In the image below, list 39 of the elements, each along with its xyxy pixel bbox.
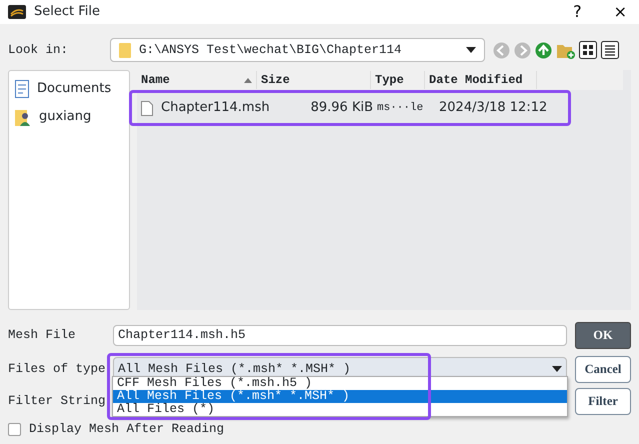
file-name: Chapter114.msh bbox=[161, 99, 270, 118]
column-header[interactable]: Size bbox=[257, 71, 371, 89]
file-row[interactable]: Chapter114.msh 89.96 KiB ms···le 2024/3/18 12:12 bbox=[137, 94, 631, 122]
checkbox-label: Display Mesh After Reading bbox=[29, 420, 224, 438]
document-icon bbox=[15, 80, 29, 98]
grid-view-icon[interactable] bbox=[579, 41, 597, 59]
column-header[interactable]: Type bbox=[371, 71, 425, 89]
mesh-file-field[interactable]: Chapter114.msh.h5 bbox=[113, 324, 567, 346]
dialog-button[interactable]: Cancel bbox=[575, 356, 631, 382]
sidebar-item[interactable]: guxiang bbox=[15, 105, 123, 129]
close-button[interactable]: × bbox=[610, 0, 631, 24]
dropdown-option[interactable]: All Mesh Files (*.msh* *.MSH* ) bbox=[113, 390, 567, 403]
list-view-icon[interactable] bbox=[601, 41, 619, 59]
checkbox[interactable] bbox=[8, 422, 21, 436]
dialog-button[interactable]: OK bbox=[575, 322, 631, 348]
sidebar-item[interactable]: Documents bbox=[15, 77, 123, 101]
field-label: Files of type bbox=[8, 360, 107, 378]
up-icon[interactable] bbox=[535, 42, 552, 58]
file-type: ms···le bbox=[377, 100, 424, 116]
window-title: Select File bbox=[34, 3, 100, 22]
file-size: 89.96 KiB bbox=[310, 99, 373, 118]
app-logo-icon bbox=[8, 5, 26, 19]
field-label: Filter String bbox=[8, 392, 107, 410]
file-icon bbox=[141, 100, 153, 116]
folder-icon bbox=[119, 42, 131, 58]
dropdown-option[interactable]: All Files (*) bbox=[113, 403, 567, 416]
caret-icon bbox=[466, 47, 476, 53]
column-header[interactable]: Date Modified bbox=[425, 71, 537, 89]
dialog-button[interactable]: Filter bbox=[575, 388, 631, 414]
help-button[interactable]: ? bbox=[569, 0, 586, 24]
field-label: Mesh File bbox=[8, 326, 77, 344]
column-header[interactable]: Name bbox=[137, 71, 257, 89]
caret-icon bbox=[552, 366, 562, 372]
forward-icon[interactable] bbox=[514, 42, 531, 58]
back-icon[interactable] bbox=[493, 42, 510, 58]
file-date: 2024/3/18 12:12 bbox=[439, 99, 548, 118]
user-folder-icon bbox=[15, 108, 31, 126]
look-in-label: Look in: bbox=[8, 42, 70, 59]
path-combo[interactable]: G:\ANSYS Test\wechat\BIG\Chapter114 bbox=[110, 38, 485, 62]
